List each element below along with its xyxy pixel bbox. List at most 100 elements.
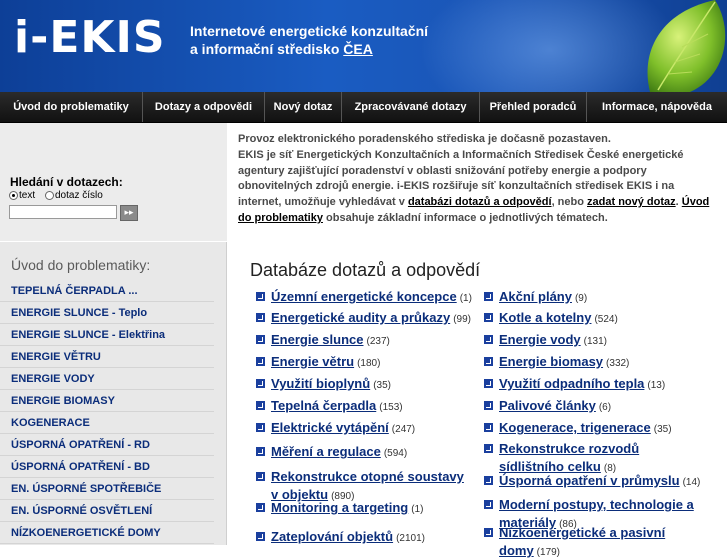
sidebar-item-spotrebice[interactable]: EN. ÚSPORNÉ SPOTŘEBIČE: [0, 478, 214, 500]
topic-link[interactable]: Energie větru: [271, 354, 354, 369]
site-header: i-EKIS Internetové energetické konzultač…: [0, 0, 727, 92]
topic-link[interactable]: Využití bioplynů: [271, 376, 370, 391]
topic-link[interactable]: Úsporná opatření v průmyslu: [499, 473, 680, 488]
topic-item[interactable]: Využití bioplynů (35): [256, 375, 481, 393]
site-logo[interactable]: i-EKIS: [14, 14, 166, 62]
topic-item[interactable]: Energie biomasy (332): [484, 353, 724, 371]
topic-count: (13): [647, 380, 666, 391]
topic-item[interactable]: Akční plány (9): [484, 288, 724, 306]
topic-count: (99): [453, 314, 471, 325]
topic-item[interactable]: Územní energetické koncepce (1): [256, 288, 481, 306]
topic-item[interactable]: Energie větru (180): [256, 353, 481, 371]
topic-link[interactable]: Monitoring a targeting: [271, 500, 408, 515]
bullet-icon: [484, 528, 493, 537]
topic-link[interactable]: Měření a regulace: [271, 444, 381, 459]
bullet-icon: [484, 401, 493, 410]
topic-count: (524): [594, 314, 618, 325]
topic-item[interactable]: Rekonstrukce rozvodů sídlištního celku (8…: [484, 440, 659, 476]
topic-link[interactable]: Palivové články: [499, 398, 596, 413]
nav-item-novy-dotaz[interactable]: Nový dotaz: [265, 92, 342, 122]
topic-count: (153): [379, 402, 403, 413]
nav-item-dotazy[interactable]: Dotazy a odpovědi: [143, 92, 265, 122]
topic-item[interactable]: Elektrické vytápění (247): [256, 419, 481, 437]
topic-count: (180): [357, 358, 381, 369]
page-title: Databáze dotazů a odpovědí: [250, 260, 481, 280]
info-description: EKIS je síť Energetických Konzultačních …: [238, 148, 718, 227]
topic-link[interactable]: Energie slunce: [271, 332, 363, 347]
topic-count: (332): [606, 358, 630, 369]
nav-item-zpracovavane[interactable]: Zpracovávané dotazy: [342, 92, 480, 122]
nav-item-poradci[interactable]: Přehled poradců: [480, 92, 587, 122]
topic-link[interactable]: Energetické audity a průkazy: [271, 310, 450, 325]
topic-count: (594): [383, 448, 408, 459]
bullet-icon: [484, 335, 493, 344]
radio-number-option[interactable]: dotaz číslo: [45, 190, 103, 201]
topic-count: (1): [459, 293, 472, 304]
topic-link[interactable]: Územní energetické koncepce: [271, 289, 457, 304]
search-title: Hledání v dotazech:: [10, 175, 123, 189]
topic-link[interactable]: Zateplování objektů: [271, 529, 393, 544]
bullet-icon: [484, 292, 493, 301]
radio-text[interactable]: [9, 191, 18, 200]
sidebar-item-slunce-teplo[interactable]: ENERGIE SLUNCE - Teplo: [0, 302, 214, 324]
sidebar-item-vetru[interactable]: ENERGIE VĚTRU: [0, 346, 214, 368]
search-input[interactable]: [9, 205, 117, 219]
link-database[interactable]: databázi dotazů a odpovědí: [408, 196, 552, 208]
topic-item[interactable]: Palivové články (6): [484, 397, 724, 415]
tagline-line-1: Internetové energetické konzultační: [190, 23, 429, 39]
arrow-right-icon: ▸▸: [124, 208, 134, 218]
info-text-part: obsahuje základní informace o jednotlivý…: [322, 211, 608, 224]
topic-item[interactable]: Monitoring a targeting (1): [256, 499, 481, 517]
topic-link[interactable]: Rekonstrukce otopné soustavy v objektu: [271, 469, 464, 502]
bullet-icon: [256, 313, 265, 322]
sidebar-item-slunce-elektrina[interactable]: ENERGIE SLUNCE - Elektřina: [0, 324, 214, 346]
topic-item[interactable]: Využití odpadního tepla (13): [484, 375, 724, 393]
topic-item[interactable]: Nízkoenergetické a pasivní domy (179): [484, 524, 702, 560]
topic-item[interactable]: Kotle a kotelny (524): [484, 309, 724, 327]
radio-text-option[interactable]: text: [9, 190, 35, 201]
topic-count: (6): [598, 402, 612, 413]
sidebar-item-biomasy[interactable]: ENERGIE BIOMASY: [0, 390, 214, 412]
bullet-icon: [484, 313, 493, 322]
topic-link[interactable]: Energie biomasy: [499, 354, 603, 369]
topic-link[interactable]: Kotle a kotelny: [499, 310, 591, 325]
topic-link[interactable]: Využití odpadního tepla: [499, 376, 644, 391]
topic-link[interactable]: Elektrické vytápění: [271, 420, 389, 435]
bullet-icon: [256, 472, 265, 481]
link-new-question[interactable]: zadat nový dotaz: [587, 196, 676, 208]
topic-item[interactable]: Kogenerace, trigenerace (35): [484, 419, 724, 437]
search-submit-button[interactable]: ▸▸: [120, 205, 138, 221]
topic-link[interactable]: Tepelná čerpadla: [271, 398, 376, 413]
sidebar-item-nizkoenergeticke[interactable]: NÍZKOENERGETICKÉ DOMY: [0, 522, 214, 544]
topic-link[interactable]: Rekonstrukce rozvodů sídlištního celku: [499, 441, 639, 474]
sidebar-item-kogenerace[interactable]: KOGENERACE: [0, 412, 214, 434]
cea-badge: ČEA: [343, 41, 373, 57]
topic-item[interactable]: Měření a regulace (594): [256, 443, 481, 461]
sidebar-item-vody[interactable]: ENERGIE VODY: [0, 368, 214, 390]
bullet-icon: [484, 357, 493, 366]
radio-number[interactable]: [45, 191, 54, 200]
topic-item[interactable]: Tepelná čerpadla (153): [256, 397, 481, 415]
topic-link[interactable]: Akční plány: [499, 289, 572, 304]
nav-item-uvod[interactable]: Úvod do problematiky: [0, 92, 143, 122]
topic-item[interactable]: Zateplování objektů (2101): [256, 528, 481, 546]
topic-item[interactable]: Energetické audity a průkazy (99): [256, 309, 481, 327]
topic-item[interactable]: Úsporná opatření v průmyslu (14): [484, 472, 724, 490]
sidebar-item-osvetleni[interactable]: EN. ÚSPORNÉ OSVĚTLENÍ: [0, 500, 214, 522]
sidebar-item-tepelna-cerpadla[interactable]: TEPELNÁ ČERPADLA ...: [0, 280, 214, 302]
bullet-icon: [256, 335, 265, 344]
topic-link[interactable]: Nízkoenergetické a pasivní domy: [499, 525, 665, 558]
topic-item[interactable]: Energie vody (131): [484, 331, 724, 349]
sidebar-item-usporna-bd[interactable]: ÚSPORNÁ OPATŘENÍ - BD: [0, 456, 214, 478]
sidebar-item-usporna-rd[interactable]: ÚSPORNÁ OPATŘENÍ - RD: [0, 434, 214, 456]
main-content: Databáze dotazů a odpovědí Územní energe…: [228, 242, 727, 558]
info-text: Provoz elektronického poradenského střed…: [238, 132, 718, 227]
topic-link[interactable]: Kogenerace, trigenerace: [499, 420, 651, 435]
topic-count: (247): [391, 424, 416, 435]
radio-text-label: text: [19, 190, 36, 201]
nav-item-informace[interactable]: Informace, nápověda: [587, 92, 727, 122]
bullet-icon: [256, 292, 265, 301]
topic-item[interactable]: Energie slunce (237): [256, 331, 481, 349]
bullet-icon: [256, 379, 265, 388]
topic-link[interactable]: Energie vody: [499, 332, 581, 347]
